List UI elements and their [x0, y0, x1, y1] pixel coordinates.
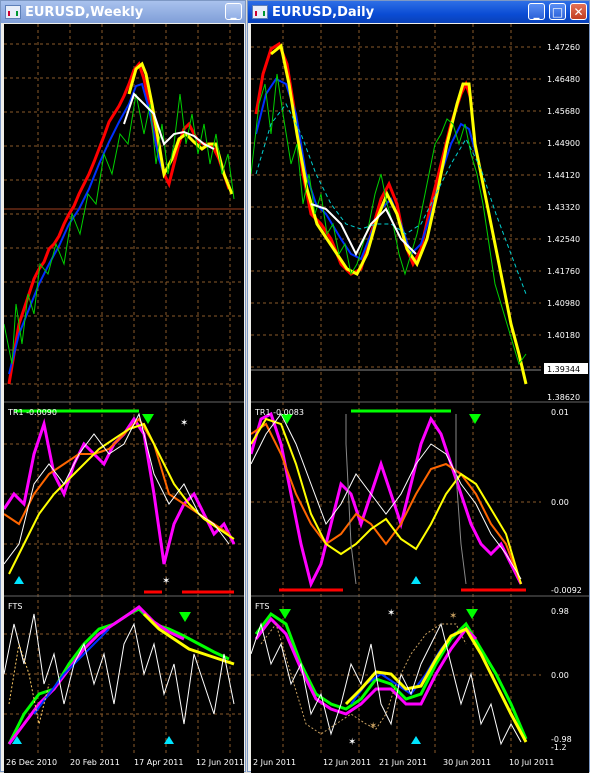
chart-app-icon — [252, 5, 268, 19]
daily-ind2-label: FTS — [255, 602, 269, 611]
daily-ind2-series: ✶ ✶ ✶ ✶ — [251, 608, 528, 748]
weekly-window-title: EURUSD,Weekly — [25, 4, 144, 20]
price-label-4: 1.44120 — [547, 171, 580, 180]
daily-price-scale: 1.47260 1.46480 1.45680 1.44900 1.44120 … — [544, 43, 588, 402]
price-label-0: 1.47260 — [547, 43, 580, 52]
weekly-date-label-0: 26 Dec 2010 — [6, 758, 57, 767]
bottom-price-label: 1.38620 — [547, 393, 580, 402]
weekly-date-label-2: 17 Apr 2011 — [134, 758, 183, 767]
price-label-7: 1.41760 — [547, 267, 580, 276]
svg-text:✶: ✶ — [387, 608, 395, 619]
ind1-scale-top: 0.01 — [551, 408, 569, 417]
daily-close-button[interactable]: ✕ — [570, 3, 587, 20]
daily-date-label-2: 21 Jun 2011 — [379, 758, 427, 767]
ind2-scale-top: 0.98 — [551, 607, 569, 616]
weekly-titlebar[interactable]: EURUSD,Weekly _ — [1, 1, 245, 23]
svg-text:✶: ✶ — [180, 418, 188, 429]
weekly-chart-area[interactable]: ✶ ✶ TR1 -0.0090 FTS 26 Dec 2010 20 Feb 2… — [4, 24, 244, 773]
price-label-6: 1.42540 — [547, 235, 580, 244]
daily-price-series — [251, 41, 528, 385]
daily-window-title: EURUSD,Daily — [272, 4, 375, 20]
ind2-scale-bottom: -1.2 — [551, 743, 567, 752]
daily-maximize-button[interactable]: □ — [549, 3, 566, 20]
current-price-label: 1.39344 — [547, 365, 580, 374]
chart-app-icon — [5, 5, 21, 19]
price-label-5: 1.43320 — [547, 203, 580, 212]
price-label-2: 1.45680 — [547, 107, 580, 116]
weekly-minimize-button[interactable]: _ — [225, 3, 242, 20]
daily-date-label-1: 12 Jun 2011 — [323, 758, 371, 767]
ind1-scale-mid: 0.00 — [551, 498, 569, 507]
svg-text:✶: ✶ — [369, 721, 377, 732]
daily-ind1-series — [251, 409, 526, 592]
daily-minimize-button[interactable]: _ — [528, 3, 545, 20]
daily-titlebar[interactable]: EURUSD,Daily _ □ ✕ — [248, 1, 589, 23]
price-label-1: 1.46480 — [547, 75, 580, 84]
svg-text:✶: ✶ — [348, 737, 356, 748]
daily-date-label-4: 10 Jul 2011 — [509, 758, 554, 767]
price-label-3: 1.44900 — [547, 139, 580, 148]
daily-date-label-3: 30 Jun 2011 — [443, 758, 491, 767]
weekly-date-label-1: 20 Feb 2011 — [70, 758, 120, 767]
weekly-date-label-3: 12 Jun 2011 — [196, 758, 244, 767]
ind2-scale-mid: 0.00 — [551, 671, 569, 680]
weekly-ind2-series — [4, 605, 235, 745]
daily-date-label-0: 2 Jun 2011 — [253, 758, 296, 767]
svg-text:✶: ✶ — [449, 611, 457, 622]
weekly-chart-window[interactable]: EURUSD,Weekly _ ✶ ✶ TR1 -0.0090 FTS 26 D… — [0, 0, 246, 773]
ind1-scale-bottom: -0.0092 — [551, 586, 582, 595]
weekly-ind1-label: TR1 -0.0090 — [7, 408, 57, 417]
daily-chart-area[interactable]: 1.47260 1.46480 1.45680 1.44900 1.44120 … — [251, 24, 589, 773]
daily-ind1-label: TR1 -0.0083 — [254, 408, 304, 417]
svg-text:✶: ✶ — [162, 576, 170, 587]
weekly-ind2-label: FTS — [8, 602, 22, 611]
price-label-8: 1.40980 — [547, 299, 580, 308]
price-label-9: 1.40180 — [547, 331, 580, 340]
daily-chart-window[interactable]: EURUSD,Daily _ □ ✕ 1.47260 1.46480 1.456… — [247, 0, 590, 773]
